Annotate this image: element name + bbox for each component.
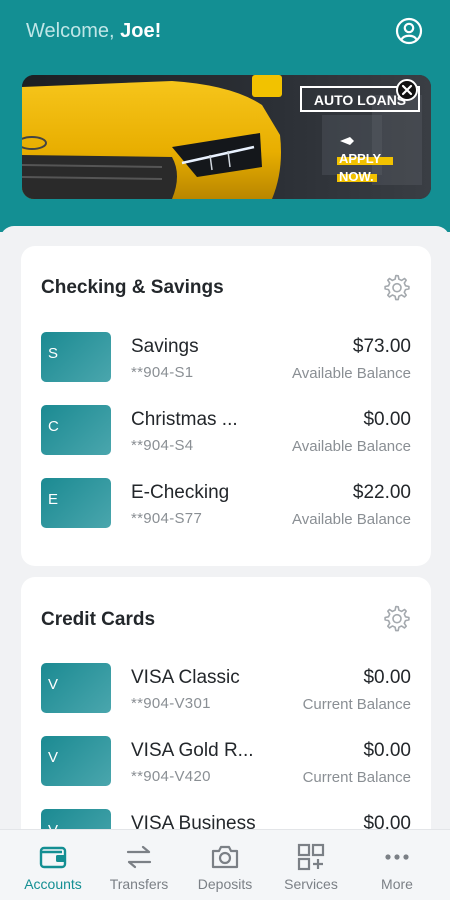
account-number: **904-S1 [131,364,194,381]
car-image: AUTO LOANS APPLY NOW. [22,75,431,199]
account-balance-label: Available Balance [292,511,411,528]
welcome-prefix: Welcome, [26,20,115,42]
banner-close-icon[interactable] [396,79,418,101]
account-balance-label: Available Balance [292,365,411,382]
account-letter: C [48,418,59,435]
account-name: Savings [131,336,199,357]
account-avatar: E [41,478,111,528]
nav-label: Deposits [197,876,253,892]
account-number: **904-V420 [131,768,211,785]
profile-icon[interactable] [395,17,423,45]
wallet-icon [38,842,68,872]
account-row[interactable]: S Savings **904-S1 $73.00 Available Bala… [21,332,431,392]
account-letter: V [48,676,59,693]
banner-title: AUTO LOANS [314,92,406,108]
nav-services[interactable]: Services [268,830,354,900]
card-title: Checking & Savings [41,277,224,298]
account-avatar: C [41,405,111,455]
account-avatar: S [41,332,111,382]
account-name: E-Checking [131,482,230,503]
account-name: Christmas ... [131,409,238,430]
checking-savings-card: Checking & Savings S Savings **904-S1 $7… [21,246,431,566]
banner-cta-line2: NOW. [339,169,374,184]
bottom-nav: Accounts Transfers Deposits Services Mor… [0,829,450,900]
nav-deposits[interactable]: Deposits [182,830,268,900]
banner-cta-line1: APPLY [339,151,381,166]
card-title: Credit Cards [41,609,156,630]
credit-cards-card: Credit Cards V VISA Classic **904-V301 $… [21,577,431,829]
account-row[interactable]: V VISA Business $0.00 [21,809,431,829]
account-letter: V [48,822,58,829]
header: Welcome, Joe! AUTO LOANS APPLY NOW. [0,0,450,232]
account-name: VISA Classic [131,667,240,688]
accounts-content[interactable]: Checking & Savings S Savings **904-S1 $7… [0,226,450,829]
account-name: VISA Gold R... [131,740,254,761]
account-avatar: V [41,736,111,786]
account-amount: $0.00 [363,409,411,430]
promo-banner[interactable]: AUTO LOANS APPLY NOW. [22,75,431,199]
transfer-arrows-icon [124,842,154,872]
account-row[interactable]: V VISA Gold R... **904-V420 $0.00 Curren… [21,736,431,796]
account-letter: E [48,491,59,508]
nav-label: More [381,876,413,892]
account-letter: V [48,749,59,766]
nav-accounts[interactable]: Accounts [10,830,96,900]
account-row[interactable]: C Christmas ... **904-S4 $0.00 Available… [21,405,431,465]
account-number: **904-S4 [131,437,194,454]
account-amount: $0.00 [363,813,411,829]
account-balance-label: Available Balance [292,438,411,455]
account-avatar: V [41,809,111,829]
account-amount: $0.00 [363,740,411,761]
nav-label: Accounts [24,876,82,892]
gear-icon[interactable] [382,604,410,632]
account-amount: $73.00 [352,336,411,357]
camera-icon [210,842,240,872]
welcome-name: Joe! [120,20,162,42]
account-name: VISA Business [131,813,256,829]
account-balance-label: Current Balance [302,696,411,713]
account-avatar: V [41,663,111,713]
account-number: **904-V301 [131,695,211,712]
nav-label: Services [284,876,338,892]
account-letter: S [48,345,59,362]
nav-label: Transfers [109,876,169,892]
nav-more[interactable]: More [354,830,440,900]
more-dots-icon [382,842,412,872]
account-amount: $22.00 [352,482,411,503]
welcome-text: Welcome, Joe! [26,20,161,43]
account-balance-label: Current Balance [302,769,411,786]
grid-plus-icon [296,842,326,872]
account-row[interactable]: V VISA Classic **904-V301 $0.00 Current … [21,663,431,723]
nav-transfers[interactable]: Transfers [96,830,182,900]
gear-icon[interactable] [382,273,410,301]
account-number: **904-S77 [131,510,203,527]
account-row[interactable]: E E-Checking **904-S77 $22.00 Available … [21,478,431,538]
account-amount: $0.00 [363,667,411,688]
